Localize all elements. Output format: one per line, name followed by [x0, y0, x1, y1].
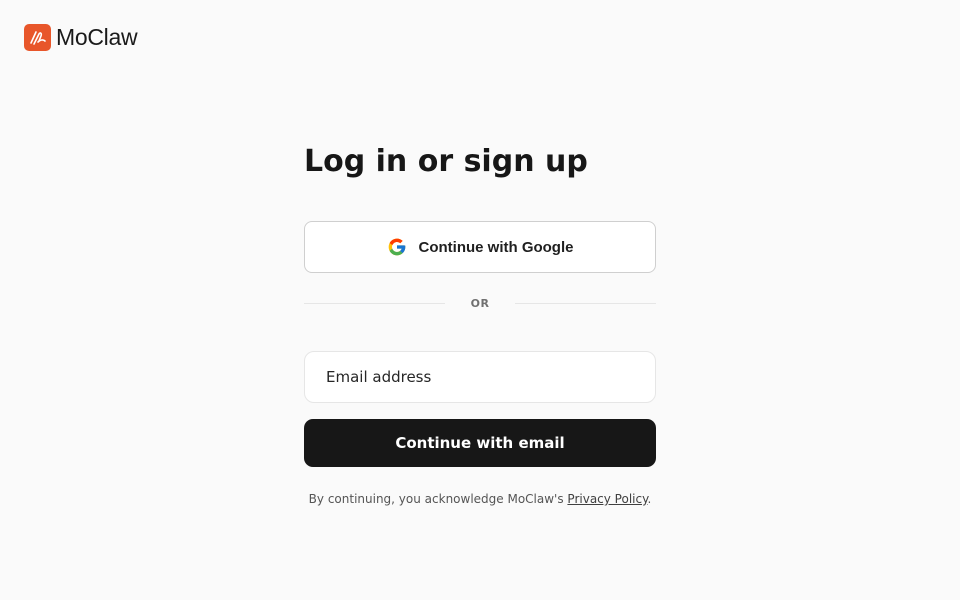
- page-title: Log in or sign up: [304, 144, 588, 179]
- divider-line-right: [515, 302, 657, 304]
- brand-name[interactable]: MoClaw: [56, 24, 138, 51]
- divider-line-left: [304, 302, 445, 304]
- email-field[interactable]: [304, 351, 656, 403]
- legal-notice: By continuing, you acknowledge MoClaw's …: [304, 492, 656, 506]
- moclaw-logo-icon[interactable]: [24, 24, 51, 51]
- continue-with-email-button[interactable]: Continue with email: [304, 419, 656, 467]
- legal-suffix: .: [647, 492, 652, 506]
- or-divider: OR: [304, 296, 657, 310]
- legal-prefix: By continuing, you acknowledge MoClaw's: [308, 492, 568, 506]
- header: MoClaw: [24, 24, 138, 51]
- google-icon: [388, 238, 405, 256]
- continue-with-google-button[interactable]: Continue with Google: [304, 221, 656, 273]
- google-button-label: Continue with Google: [418, 238, 574, 256]
- privacy-policy-link[interactable]: Privacy Policy: [567, 492, 647, 506]
- divider-text: OR: [470, 296, 490, 310]
- auth-panel: Log in or sign up Continue with Google O…: [304, 143, 657, 506]
